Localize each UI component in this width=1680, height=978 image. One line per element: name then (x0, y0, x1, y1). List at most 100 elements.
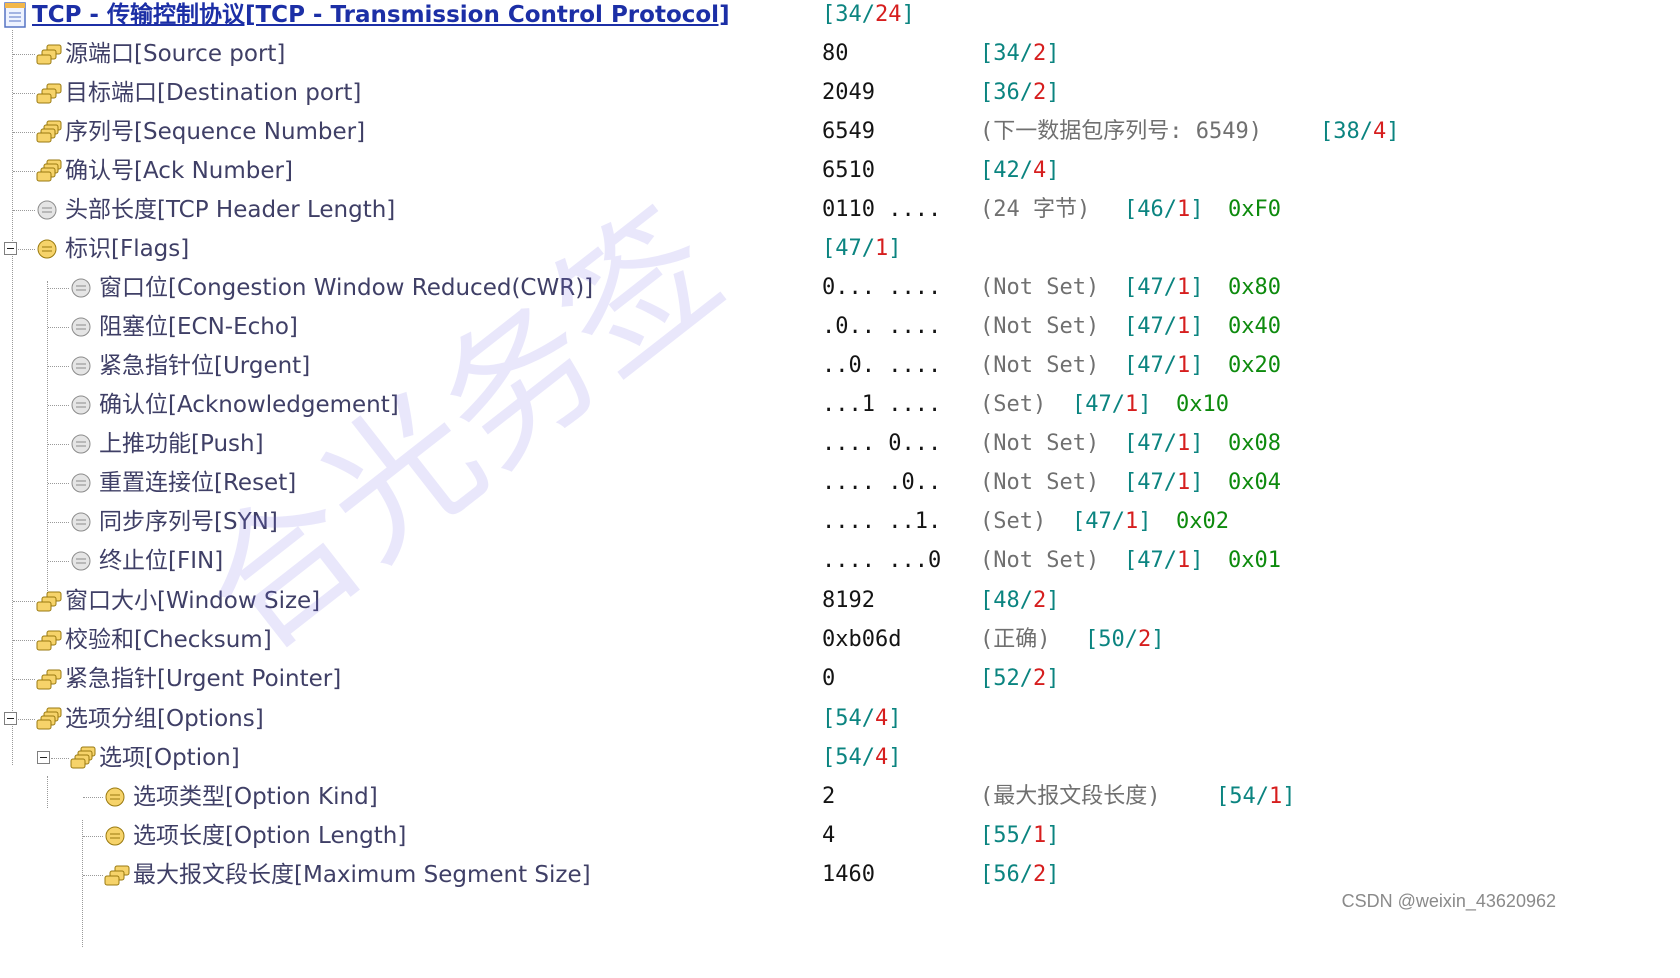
collapse-toggle[interactable] (4, 242, 17, 255)
byte-offset: [47/1] (1124, 275, 1204, 300)
tree-row-options[interactable]: 选项分组[Options] [54/4] (0, 698, 1680, 740)
field-value: .... ..1. (822, 509, 942, 534)
bitfield-gray-icon (69, 267, 99, 309)
field-value: .0.. .... (822, 314, 942, 339)
byte-offset: [47/1] (1124, 470, 1204, 495)
tree-row-option-kind[interactable]: 选项类型[Option Kind] 2 (最大报文段长度) [54/1] (0, 776, 1680, 818)
tree-label: TCP - 传输控制协议[TCP - Transmission Control … (32, 2, 730, 28)
tree-row-fin[interactable]: 终止位[FIN] .... ...0 (Not Set) [47/1] 0x01 (0, 540, 1680, 582)
field-note: (24 字节) (980, 197, 1091, 222)
tree-label: 紧急指针位[Urgent] (99, 353, 311, 379)
byte-offset: [42/4] (980, 158, 1060, 183)
field-value: 0 (822, 666, 836, 691)
hex-mask: 0x10 (1176, 392, 1229, 417)
tree-row-option-length[interactable]: 选项长度[Option Length] 4 [55/1] (0, 815, 1680, 857)
tree-label: 窗口位[Congestion Window Reduced(CWR)] (99, 275, 594, 301)
tree-row-push[interactable]: 上推功能[Push] .... 0... (Not Set) [47/1] 0x… (0, 423, 1680, 465)
byte-offset: [54/4] (822, 706, 902, 731)
tree-row-mss[interactable]: 最大报文段长度[Maximum Segment Size] 1460 [56/2… (0, 854, 1680, 896)
tree-row-reset[interactable]: 重置连接位[Reset] .... .0.. (Not Set) [47/1] … (0, 462, 1680, 504)
tree-row-sequence-number[interactable]: 序列号[Sequence Number] 6549 (下一数据包序列号: 654… (0, 111, 1680, 153)
byte-offset: [47/1] (822, 236, 902, 261)
field-note: (Not Set) (980, 470, 1100, 495)
byte-offset: [47/1] (1124, 314, 1204, 339)
field-note: (Set) (980, 392, 1047, 417)
tree-label: 最大报文段长度[Maximum Segment Size] (133, 862, 591, 888)
tree-row-header-length[interactable]: 头部长度[TCP Header Length] 0110 .... (24 字节… (0, 189, 1680, 231)
field-stack-icon (35, 580, 65, 622)
tree-label: 重置连接位[Reset] (99, 470, 297, 496)
byte-offset: [55/1] (980, 823, 1060, 848)
bitfield-gray-icon (35, 189, 65, 231)
collapse-toggle[interactable] (4, 712, 17, 725)
document-icon (2, 0, 32, 36)
field-value: .... .0.. (822, 470, 942, 495)
tree-row-cwr[interactable]: 窗口位[Congestion Window Reduced(CWR)] 0...… (0, 267, 1680, 309)
byte-offset: [38/4] (1320, 119, 1400, 144)
byte-offset: [50/2] (1085, 627, 1165, 652)
byte-offset: [36/2] (980, 80, 1060, 105)
bitfield-gray-icon (69, 384, 99, 426)
tree-label: 标识[Flags] (65, 236, 190, 262)
tree-row-window-size[interactable]: 窗口大小[Window Size] 8192 [48/2] (0, 580, 1680, 622)
bitfield-yellow-icon (35, 228, 65, 270)
bitfield-gray-icon (69, 501, 99, 543)
byte-offset: [52/2] (980, 666, 1060, 691)
field-value: 8192 (822, 588, 875, 613)
field-value: ...1 .... (822, 392, 942, 417)
hex-mask: 0x20 (1228, 353, 1281, 378)
field-value: .... ...0 (822, 548, 942, 573)
tree-row-tcp[interactable]: TCP - 传输控制协议[TCP - Transmission Control … (0, 0, 1680, 36)
tree-row-acknowledgement[interactable]: 确认位[Acknowledgement] ...1 .... (Set) [47… (0, 384, 1680, 426)
tree-row-ack-number[interactable]: 确认号[Ack Number] 6510 [42/4] (0, 150, 1680, 192)
tree-row-checksum[interactable]: 校验和[Checksum] 0xb06d (正确) [50/2] (0, 619, 1680, 661)
field-stack-icon (35, 150, 65, 192)
tree-row-destination-port[interactable]: 目标端口[Destination port] 2049 [36/2] (0, 72, 1680, 114)
field-value: 4 (822, 823, 836, 848)
byte-offset: [47/1] (1072, 509, 1152, 534)
hex-mask: 0x08 (1228, 431, 1281, 456)
field-value: 0xb06d (822, 627, 902, 652)
field-value: 80 (822, 41, 849, 66)
field-value: ..0. .... (822, 353, 942, 378)
byte-offset: [56/2] (980, 862, 1060, 887)
tree-row-flags[interactable]: 标识[Flags] [47/1] (0, 228, 1680, 270)
byte-offset: [48/2] (980, 588, 1060, 613)
tree-row-source-port[interactable]: 源端口[Source port] 80 [34/2] (0, 33, 1680, 75)
byte-offset: [54/1] (1216, 784, 1296, 809)
byte-offset: [34/24] (822, 2, 915, 27)
field-note: (Not Set) (980, 548, 1100, 573)
hex-mask: 0x40 (1228, 314, 1281, 339)
tree-label: 阻塞位[ECN-Echo] (99, 314, 298, 340)
bitfield-gray-icon (69, 462, 99, 504)
field-value: 6510 (822, 158, 875, 183)
field-stack-icon (103, 854, 133, 896)
tree-row-option[interactable]: 选项[Option] [54/4] (0, 737, 1680, 779)
bitfield-gray-icon (69, 345, 99, 387)
field-value: 1460 (822, 862, 875, 887)
hex-mask: 0x80 (1228, 275, 1281, 300)
tree-label: 选项分组[Options] (65, 706, 264, 732)
tree-label: 选项[Option] (99, 745, 240, 771)
tree-label: 目标端口[Destination port] (65, 80, 362, 106)
hex-mask: 0x01 (1228, 548, 1281, 573)
field-note: (正确) (980, 627, 1051, 652)
field-note: (Not Set) (980, 431, 1100, 456)
field-note: (Not Set) (980, 275, 1100, 300)
tree-row-syn[interactable]: 同步序列号[SYN] .... ..1. (Set) [47/1] 0x02 (0, 501, 1680, 543)
field-value: 2 (822, 784, 836, 809)
byte-offset: [46/1] (1124, 197, 1204, 222)
tree-label: 确认号[Ack Number] (65, 158, 293, 184)
field-note: (Set) (980, 509, 1047, 534)
tree-label: 窗口大小[Window Size] (65, 588, 321, 614)
tree-label: 上推功能[Push] (99, 431, 264, 457)
collapse-toggle[interactable] (37, 751, 50, 764)
bitfield-yellow-icon (103, 815, 133, 857)
field-stack-icon (35, 111, 65, 153)
field-value: 6549 (822, 119, 875, 144)
tree-row-urgent[interactable]: 紧急指针位[Urgent] ..0. .... (Not Set) [47/1]… (0, 345, 1680, 387)
tree-label: 序列号[Sequence Number] (65, 119, 366, 145)
field-stack-icon (35, 33, 65, 75)
tree-row-urgent-pointer[interactable]: 紧急指针[Urgent Pointer] 0 [52/2] (0, 658, 1680, 700)
tree-row-ecn-echo[interactable]: 阻塞位[ECN-Echo] .0.. .... (Not Set) [47/1]… (0, 306, 1680, 348)
